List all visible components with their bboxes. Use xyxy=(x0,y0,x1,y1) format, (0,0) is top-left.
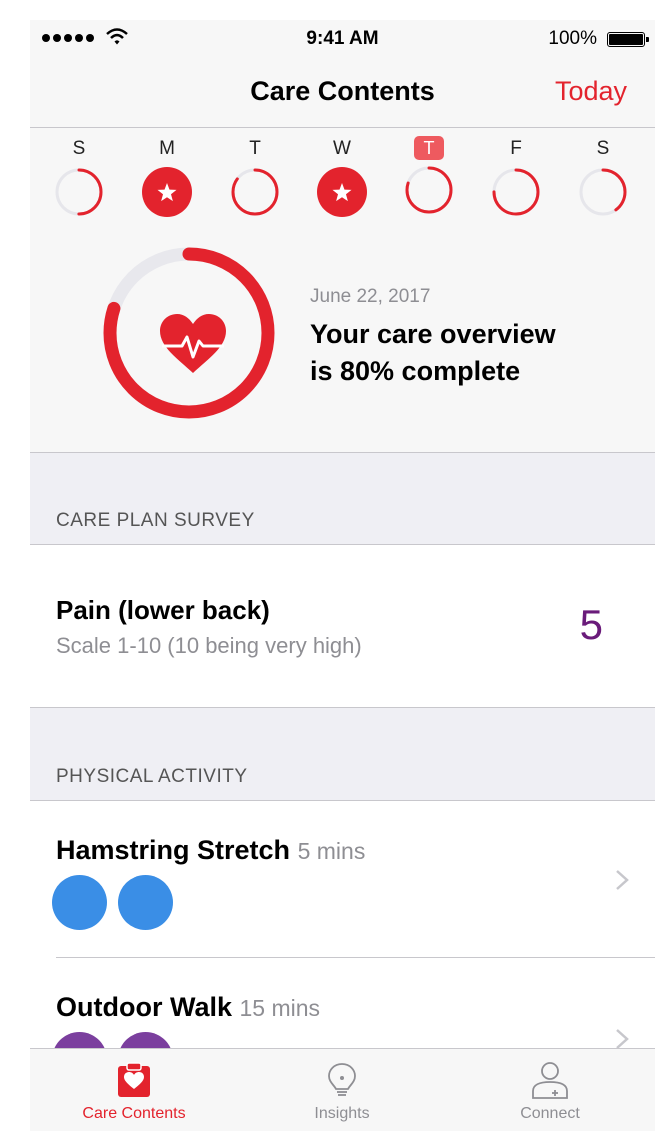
day-5[interactable]: F xyxy=(486,136,546,218)
clipboard-heart-icon xyxy=(118,1062,150,1097)
event-circle[interactable] xyxy=(118,875,173,930)
day-letter: S xyxy=(72,138,86,159)
activity-event-circles xyxy=(52,875,173,930)
day-4[interactable]: T xyxy=(399,136,459,216)
person-add-icon xyxy=(532,1062,568,1099)
tab-bar: Care Contents Insights Connect xyxy=(30,1048,655,1131)
event-circle[interactable] xyxy=(118,1032,173,1048)
event-circle[interactable] xyxy=(52,875,107,930)
tab-care-contents[interactable]: Care Contents xyxy=(30,1049,238,1131)
day-progress-ring xyxy=(492,168,540,216)
star-completed-icon xyxy=(317,167,367,217)
tab-insights[interactable]: Insights xyxy=(238,1049,446,1131)
care-header: S M T W T F S June 22, 2017 Your care overview… xyxy=(30,128,655,453)
activity-title: Outdoor Walk 15 mins xyxy=(56,992,320,1023)
navigation-bar: Care Contents Today xyxy=(30,60,655,128)
day-progress-ring xyxy=(231,168,279,216)
tab-connect[interactable]: Connect xyxy=(446,1049,654,1131)
activity-duration: 5 mins xyxy=(297,838,366,864)
heart-icon xyxy=(160,314,226,373)
day-3[interactable]: W xyxy=(312,136,372,218)
activity-event-circles xyxy=(52,1032,173,1048)
tab-label: Connect xyxy=(520,1105,580,1122)
survey-row-pain[interactable]: Pain (lower back) Scale 1-10 (10 being v… xyxy=(30,545,655,708)
survey-title: Pain (lower back) xyxy=(56,595,270,625)
overview-line-1: Your care overview xyxy=(310,319,556,349)
tab-label: Insights xyxy=(314,1105,370,1122)
day-2[interactable]: T xyxy=(225,136,285,218)
event-circle[interactable] xyxy=(52,1032,107,1048)
star-completed-icon xyxy=(142,167,192,217)
overview-summary: Your care overview is 80% complete xyxy=(310,316,610,390)
activity-name: Outdoor Walk xyxy=(56,992,232,1022)
day-letter: F xyxy=(510,138,522,159)
activity-row-outdoor-walk[interactable]: Outdoor Walk 15 mins xyxy=(30,958,655,1048)
day-letter: T xyxy=(249,138,261,159)
status-bar: 9:41 AM 100% xyxy=(30,20,655,60)
day-progress-ring xyxy=(579,168,627,216)
chevron-right-icon xyxy=(616,870,629,890)
phone-screen: 9:41 AM 100% Care Contents Today SMTWTFS… xyxy=(30,20,655,1131)
day-6[interactable]: S xyxy=(573,136,633,218)
section-label: PHYSICAL ACTIVITY xyxy=(56,766,248,787)
day-progress-ring xyxy=(55,168,103,216)
lightbulb-icon xyxy=(328,1063,356,1096)
day-letter: M xyxy=(159,138,175,159)
week-selector: SMTWTFS xyxy=(30,128,655,228)
today-button[interactable]: Today xyxy=(555,76,627,107)
activity-name: Hamstring Stretch xyxy=(56,835,291,865)
battery-percent: 100% xyxy=(548,28,597,49)
day-progress-ring xyxy=(405,166,453,214)
day-letter: W xyxy=(333,138,351,159)
tab-label: Care Contents xyxy=(82,1105,186,1122)
battery-icon xyxy=(607,32,649,47)
activity-title: Hamstring Stretch 5 mins xyxy=(56,835,365,866)
overview-line-2: is 80% complete xyxy=(310,356,521,386)
section-header-activity: PHYSICAL ACTIVITY xyxy=(30,708,655,801)
chevron-right-icon xyxy=(616,1029,629,1048)
day-0[interactable]: S xyxy=(49,136,109,218)
survey-value: 5 xyxy=(579,601,603,648)
section-header-survey: CARE PLAN SURVEY xyxy=(30,453,655,545)
activity-duration: 15 mins xyxy=(239,995,321,1021)
day-letter: T xyxy=(414,136,444,160)
survey-subtitle: Scale 1-10 (10 being very high) xyxy=(56,633,362,658)
section-label: CARE PLAN SURVEY xyxy=(56,510,255,531)
day-1[interactable]: M xyxy=(137,136,197,218)
day-letter: S xyxy=(596,138,610,159)
overview-date: June 22, 2017 xyxy=(310,286,431,307)
activity-row-hamstring[interactable]: Hamstring Stretch 5 mins xyxy=(30,801,655,958)
